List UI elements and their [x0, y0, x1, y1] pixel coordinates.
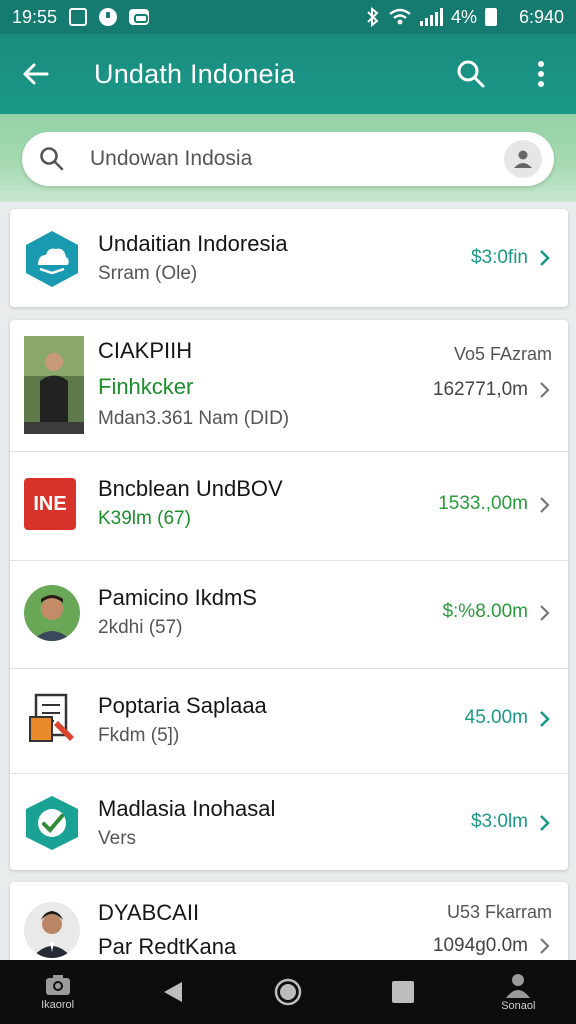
- item-subtitle: Srram (Ole): [98, 263, 198, 284]
- item-subtitle: Vers: [98, 828, 137, 849]
- nav-camera[interactable]: Ikaorol: [18, 960, 98, 1024]
- person-suit: [24, 902, 80, 958]
- search-field-icon: [22, 132, 82, 186]
- search-placeholder: Undowan Indosia: [90, 147, 253, 170]
- home-circle-icon: [274, 978, 302, 1006]
- list-item[interactable]: CIAKPIIH Finhkcker Mdan3.361 Nam (DID) V…: [10, 320, 568, 452]
- nav-back[interactable]: [133, 960, 213, 1024]
- item-amount: $3:0fin: [470, 247, 528, 268]
- person-avatar: [24, 585, 80, 641]
- more-vert-icon: [538, 61, 544, 87]
- edit-notification-icon: [69, 8, 88, 26]
- chevron-right-icon: [540, 382, 550, 398]
- nav-label: Ikaorol: [41, 999, 75, 1011]
- chevron-right-icon: [540, 250, 550, 266]
- item-title: Pamicino IkdmS: [98, 585, 257, 610]
- nav-profile[interactable]: Sonaol: [478, 960, 558, 1024]
- item-amount: 162771,0m: [432, 379, 528, 400]
- wifi-icon: [389, 8, 411, 25]
- partial-card: DYABCAII Par RedtKana U53 Fkarram 1094g0…: [10, 882, 568, 960]
- nav-label: Sonaol: [501, 1000, 536, 1012]
- list-item[interactable]: INE Bncblean UndBOV K39lm (67) 1533.,00m: [10, 452, 568, 561]
- status-time: 19:55: [12, 6, 58, 27]
- item-title: CIAKPIIH: [98, 338, 193, 363]
- list-item[interactable]: DYABCAII Par RedtKana U53 Fkarram 1094g0…: [10, 882, 568, 960]
- page-title: Undath Indoneia: [94, 58, 296, 89]
- bottom-navigation: Ikaorol Sonaol: [0, 960, 576, 1024]
- item-detail: Mdan3.361 Nam (DID): [98, 408, 290, 429]
- list-item[interactable]: Madlasia Inohasal Vers $3:0lm: [10, 774, 568, 870]
- item-subtitle: Par RedtKana: [98, 934, 237, 959]
- search-icon: [457, 60, 485, 88]
- person-photo: [24, 336, 84, 434]
- item-title: DYABCAII: [98, 900, 200, 925]
- item-title: Madlasia Inohasal: [98, 796, 276, 821]
- logo-ine: INE: [24, 478, 76, 530]
- more-options-button[interactable]: [506, 34, 576, 114]
- battery-percent: 4%: [450, 6, 477, 27]
- cloud-book-icon: [26, 231, 78, 287]
- logo-text: INE: [33, 492, 67, 515]
- item-title: Poptaria Saplaaa: [98, 693, 267, 718]
- status-time-right: 6:940: [518, 6, 564, 27]
- back-button[interactable]: [0, 34, 70, 114]
- item-subtitle: Fkdm (5]): [98, 725, 180, 746]
- account-avatar[interactable]: [504, 140, 542, 178]
- list-card: CIAKPIIH Finhkcker Mdan3.361 Nam (DID) V…: [10, 320, 568, 870]
- check-hex-icon: [26, 796, 78, 850]
- list-item[interactable]: Poptaria Saplaaa Fkdm (5]) 45.00m: [10, 669, 568, 774]
- message-notification-icon: [129, 9, 150, 25]
- back-triangle-icon: [163, 982, 182, 1002]
- arrow-left-icon: [23, 63, 49, 85]
- item-subtitle: Finhkcker: [98, 374, 194, 399]
- item-title: Bncblean UndBOV: [98, 476, 283, 501]
- recents-square-icon: [392, 981, 415, 1003]
- document-pen-icon: [29, 693, 74, 742]
- info-notification-icon: [99, 8, 118, 26]
- bluetooth-icon: [367, 7, 379, 27]
- top-card: Undaitian Indoresia Srram (Ole) $3:0fin: [10, 209, 568, 307]
- chevron-right-icon: [540, 497, 550, 513]
- nav-home[interactable]: [248, 960, 328, 1024]
- battery-icon: [484, 8, 497, 26]
- item-subtitle: K39lm (67): [98, 508, 191, 529]
- search-input[interactable]: Undowan Indosia: [22, 132, 554, 186]
- item-extra: Vo5 FAzram: [453, 344, 552, 364]
- search-button[interactable]: [436, 34, 506, 114]
- item-amount: $:%8.00m: [442, 601, 528, 622]
- app-bar: Undath Indoneia: [0, 34, 576, 114]
- camera-icon: [45, 975, 70, 995]
- chevron-right-icon: [540, 815, 550, 831]
- chevron-right-icon: [540, 938, 550, 954]
- signal-icon: [419, 8, 443, 26]
- chevron-right-icon: [540, 711, 550, 727]
- item-amount: 1533.,00m: [438, 493, 528, 514]
- item-amount: 45.00m: [464, 707, 528, 728]
- person-icon: [514, 150, 532, 168]
- status-bar: 19:55 4% 6:940: [0, 0, 576, 34]
- chevron-right-icon: [540, 605, 550, 621]
- item-subtitle: 2kdhi (57): [98, 617, 183, 638]
- item-amount: $3:0lm: [470, 811, 528, 832]
- search-band: Undowan Indosia: [0, 114, 576, 202]
- item-title: Undaitian Indoresia: [98, 231, 288, 256]
- nav-recents[interactable]: [363, 960, 443, 1024]
- item-extra: U53 Fkarram: [446, 902, 552, 922]
- profile-icon: [506, 974, 531, 998]
- list-item[interactable]: Pamicino IkdmS 2kdhi (57) $:%8.00m: [10, 561, 568, 669]
- item-amount: 1094g0.0m: [432, 935, 528, 956]
- list-item[interactable]: Undaitian Indoresia Srram (Ole) $3:0fin: [10, 209, 568, 307]
